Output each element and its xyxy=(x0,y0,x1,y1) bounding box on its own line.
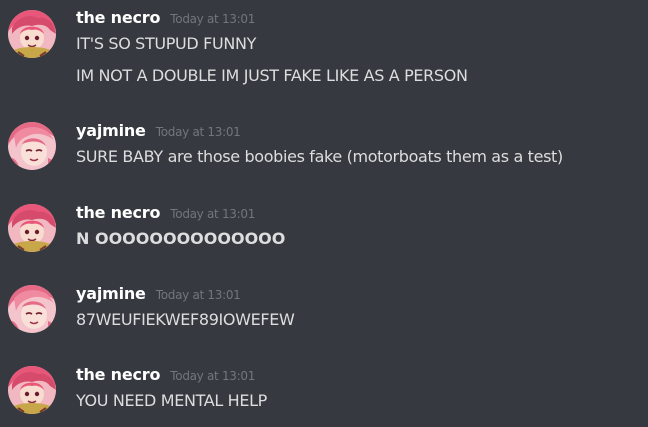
necro-avatar[interactable] xyxy=(8,366,56,414)
timestamp[interactable]: Today at 13:01 xyxy=(170,207,255,221)
message-text: YOU NEED MENTAL HELP xyxy=(76,391,267,410)
username[interactable]: yajmine xyxy=(76,121,146,140)
timestamp[interactable]: Today at 13:01 xyxy=(156,288,241,302)
message-text: 87WEUFIEKWEF89IOWEFEW xyxy=(76,310,295,329)
timestamp[interactable]: Today at 13:01 xyxy=(170,369,255,383)
yajmine-avatar[interactable] xyxy=(8,285,56,333)
message-text: SURE BABY are those boobies fake (motorb… xyxy=(76,147,563,166)
message-header: yajmine Today at 13:01 xyxy=(76,284,241,306)
necro-avatar[interactable] xyxy=(8,10,56,58)
message-header: yajmine Today at 13:01 xyxy=(76,121,241,143)
message-header: the necro Today at 13:01 xyxy=(76,365,255,387)
message-text: N OOOOOOOOOOOOOO xyxy=(76,229,286,248)
message-text: IM NOT A DOUBLE IM JUST FAKE LIKE AS A P… xyxy=(76,66,468,85)
yajmine-avatar[interactable] xyxy=(8,122,56,170)
message-header: the necro Today at 13:01 xyxy=(76,203,255,225)
username[interactable]: the necro xyxy=(76,8,160,27)
username[interactable]: the necro xyxy=(76,203,160,222)
timestamp[interactable]: Today at 13:01 xyxy=(170,12,255,26)
message-header: the necro Today at 13:01 xyxy=(76,8,255,30)
username[interactable]: the necro xyxy=(76,365,160,384)
timestamp[interactable]: Today at 13:01 xyxy=(156,125,241,139)
username[interactable]: yajmine xyxy=(76,284,146,303)
chat-messages: the necro Today at 13:01 IT'S SO STUPUD … xyxy=(0,0,648,427)
message-text: IT'S SO STUPUD FUNNY xyxy=(76,34,257,53)
necro-avatar[interactable] xyxy=(8,204,56,252)
